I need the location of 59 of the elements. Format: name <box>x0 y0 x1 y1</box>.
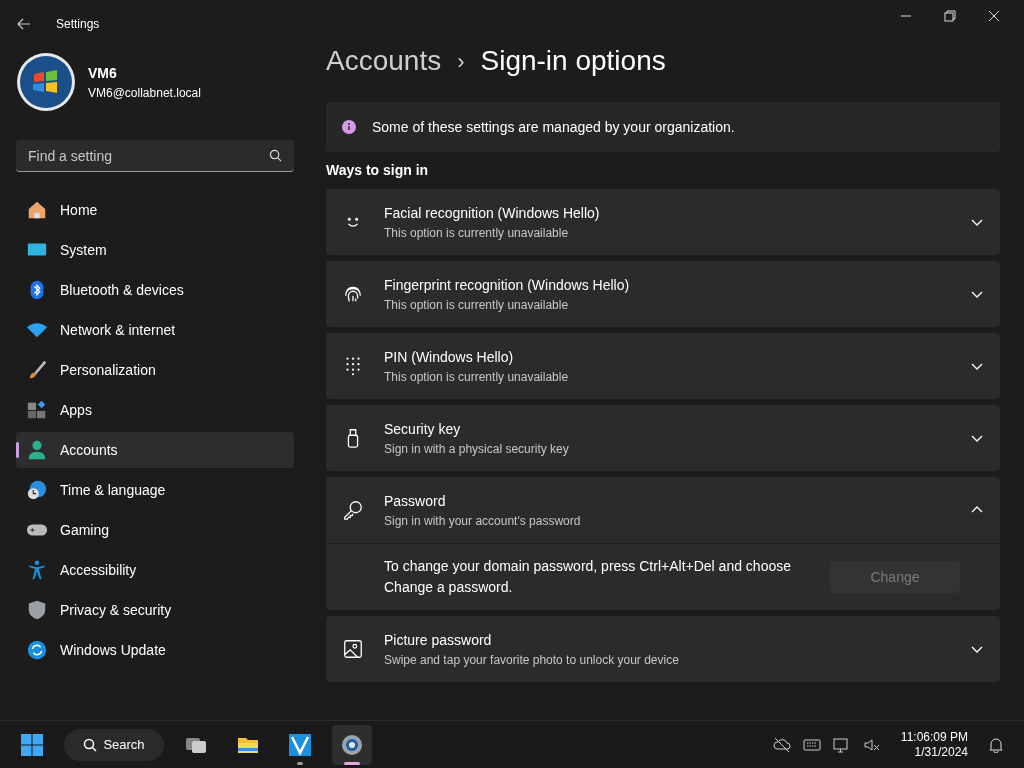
sidebar-item[interactable]: Accounts <box>16 432 294 468</box>
sidebar-item[interactable]: Time & language <box>16 472 294 508</box>
person-icon <box>26 439 48 461</box>
option-subtitle: Sign in with a physical security key <box>384 440 570 458</box>
option-title: PIN (Windows Hello) <box>384 347 515 367</box>
sidebar-item[interactable]: Home <box>16 192 294 228</box>
restore-icon[interactable] <box>944 10 956 22</box>
sidebar-item[interactable]: Bluetooth & devices <box>16 272 294 308</box>
option-subtitle: Swipe and tap your favorite photo to unlock your device <box>384 651 680 669</box>
option-title: Password <box>384 491 447 511</box>
app-icon <box>288 732 312 757</box>
section-title: Ways to sign in <box>326 161 430 180</box>
taskbar-search[interactable]: Search <box>64 728 164 761</box>
picture-icon <box>342 638 364 660</box>
option-title: Fingerprint recognition (Windows Hello) <box>384 275 631 295</box>
shield-icon <box>26 599 48 621</box>
sidebar-item[interactable]: Gaming <box>16 512 294 548</box>
close-icon[interactable] <box>988 10 1000 22</box>
info-icon <box>342 120 356 134</box>
search-icon <box>83 737 98 752</box>
network-icon[interactable] <box>832 735 851 754</box>
avatar-icon <box>16 52 76 112</box>
sidebar-item[interactable]: System <box>16 232 294 268</box>
house-icon <box>26 199 48 221</box>
option-title: Security key <box>384 419 462 439</box>
globe-clock-icon <box>26 479 48 501</box>
accessibility-icon <box>26 559 48 581</box>
option-subtitle: This option is currently unavailable <box>384 296 570 314</box>
apps-icon <box>26 399 48 421</box>
notice-text: Some of these settings are managed by your organization. <box>372 117 735 137</box>
search-field[interactable]: Find a setting <box>16 140 294 172</box>
sidebar-item[interactable]: Privacy & security <box>16 592 294 628</box>
window-title: Settings <box>56 16 100 33</box>
breadcrumb-separator: › <box>457 47 465 76</box>
sidebar-item[interactable]: Apps <box>16 392 294 428</box>
sync-icon <box>26 639 48 661</box>
option-detail: To change your domain password, press Ctrl+Alt+Del and choose Change a password. <box>384 557 792 597</box>
page-title: Sign-in options <box>480 44 666 78</box>
sidebar-item[interactable]: Personalization <box>16 352 294 388</box>
back-arrow-icon[interactable] <box>16 16 32 32</box>
option-title: Facial recognition (Windows Hello) <box>384 203 601 223</box>
search-icon[interactable] <box>269 149 282 162</box>
option-title: Picture password <box>384 630 493 650</box>
sidebar-item[interactable]: Accessibility <box>16 552 294 588</box>
taskbar-app[interactable] <box>332 724 372 765</box>
clock[interactable]: 11:06:09 PM 1/31/2024 <box>892 729 976 760</box>
user-email: VM6@collabnet.local <box>88 84 201 102</box>
gear-icon <box>340 732 364 757</box>
bell-icon[interactable] <box>988 736 1004 753</box>
user-name: VM6 <box>88 63 118 83</box>
cloud-off-icon[interactable] <box>772 735 791 754</box>
option-subtitle: This option is currently unavailable <box>384 224 570 242</box>
key-icon <box>342 499 364 521</box>
option-subtitle: This option is currently unavailable <box>384 368 570 386</box>
breadcrumb-parent[interactable]: Accounts <box>326 40 442 82</box>
option-subtitle: Sign in with your account's password <box>384 512 582 530</box>
sidebar-item[interactable]: Network & internet <box>16 312 294 348</box>
sidebar-item[interactable]: Windows Update <box>16 632 294 668</box>
start-icon[interactable] <box>20 732 44 757</box>
